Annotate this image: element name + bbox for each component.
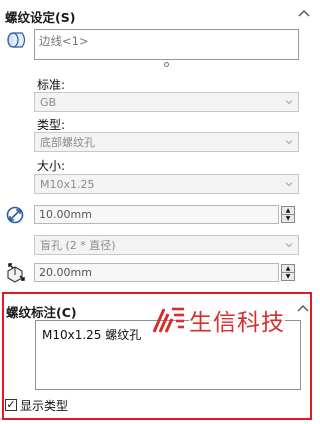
- end-condition-value: 盲孔 (2 * 直径): [40, 239, 116, 252]
- chevron-down-icon: [285, 100, 293, 105]
- depth-input[interactable]: 20.00mm: [34, 263, 279, 282]
- resize-handle[interactable]: [164, 62, 169, 67]
- diameter-icon: [5, 205, 25, 225]
- chevron-down-icon: [285, 140, 293, 145]
- watermark: 生信科技: [152, 303, 312, 337]
- thread-settings-title[interactable]: 螺纹设定(S): [5, 7, 75, 26]
- thread-callout-title[interactable]: 螺纹标注(C): [6, 302, 77, 321]
- type-label: 类型:: [37, 118, 66, 132]
- chevron-down-icon: [285, 243, 293, 248]
- show-type-label[interactable]: 显示类型: [20, 397, 68, 414]
- type-value: 底部螺纹孔: [40, 136, 95, 149]
- diameter-value: 10.00mm: [39, 208, 92, 221]
- spin-up-icon[interactable]: ▲: [282, 207, 294, 215]
- end-condition-select[interactable]: 盲孔 (2 * 直径): [34, 235, 299, 255]
- diameter-input[interactable]: 10.00mm: [34, 205, 279, 224]
- spin-down-icon[interactable]: ▼: [282, 273, 294, 280]
- brand-logo-icon: [152, 307, 184, 333]
- edge-selection-icon: [6, 31, 28, 49]
- standard-select[interactable]: GB: [34, 92, 299, 112]
- spin-up-icon[interactable]: ▲: [282, 265, 294, 273]
- diameter-spinner[interactable]: ▲ ▼: [281, 206, 295, 223]
- depth-value: 20.00mm: [39, 266, 92, 279]
- type-select[interactable]: 底部螺纹孔: [34, 132, 299, 152]
- chevron-down-icon: [285, 182, 293, 187]
- watermark-text: 生信科技: [189, 303, 285, 337]
- size-value: M10x1.25: [40, 177, 95, 191]
- chevron-up-icon: [298, 10, 310, 17]
- depth-icon: [5, 262, 27, 284]
- size-select[interactable]: M10x1.25: [34, 174, 299, 194]
- standard-value: GB: [40, 95, 57, 109]
- show-type-checkbox[interactable]: ✓: [5, 399, 17, 411]
- thread-callout-text: M10x1.25 螺纹孔: [42, 328, 142, 342]
- spin-down-icon[interactable]: ▼: [282, 215, 294, 222]
- edge-selection-field[interactable]: 边线<1>: [34, 29, 299, 60]
- depth-spinner[interactable]: ▲ ▼: [281, 264, 295, 281]
- size-label: 大小:: [37, 159, 66, 173]
- collapse-thread-settings-button[interactable]: [298, 9, 310, 19]
- standard-label: 标准:: [37, 78, 66, 92]
- edge-selection-value: 边线<1>: [39, 34, 89, 48]
